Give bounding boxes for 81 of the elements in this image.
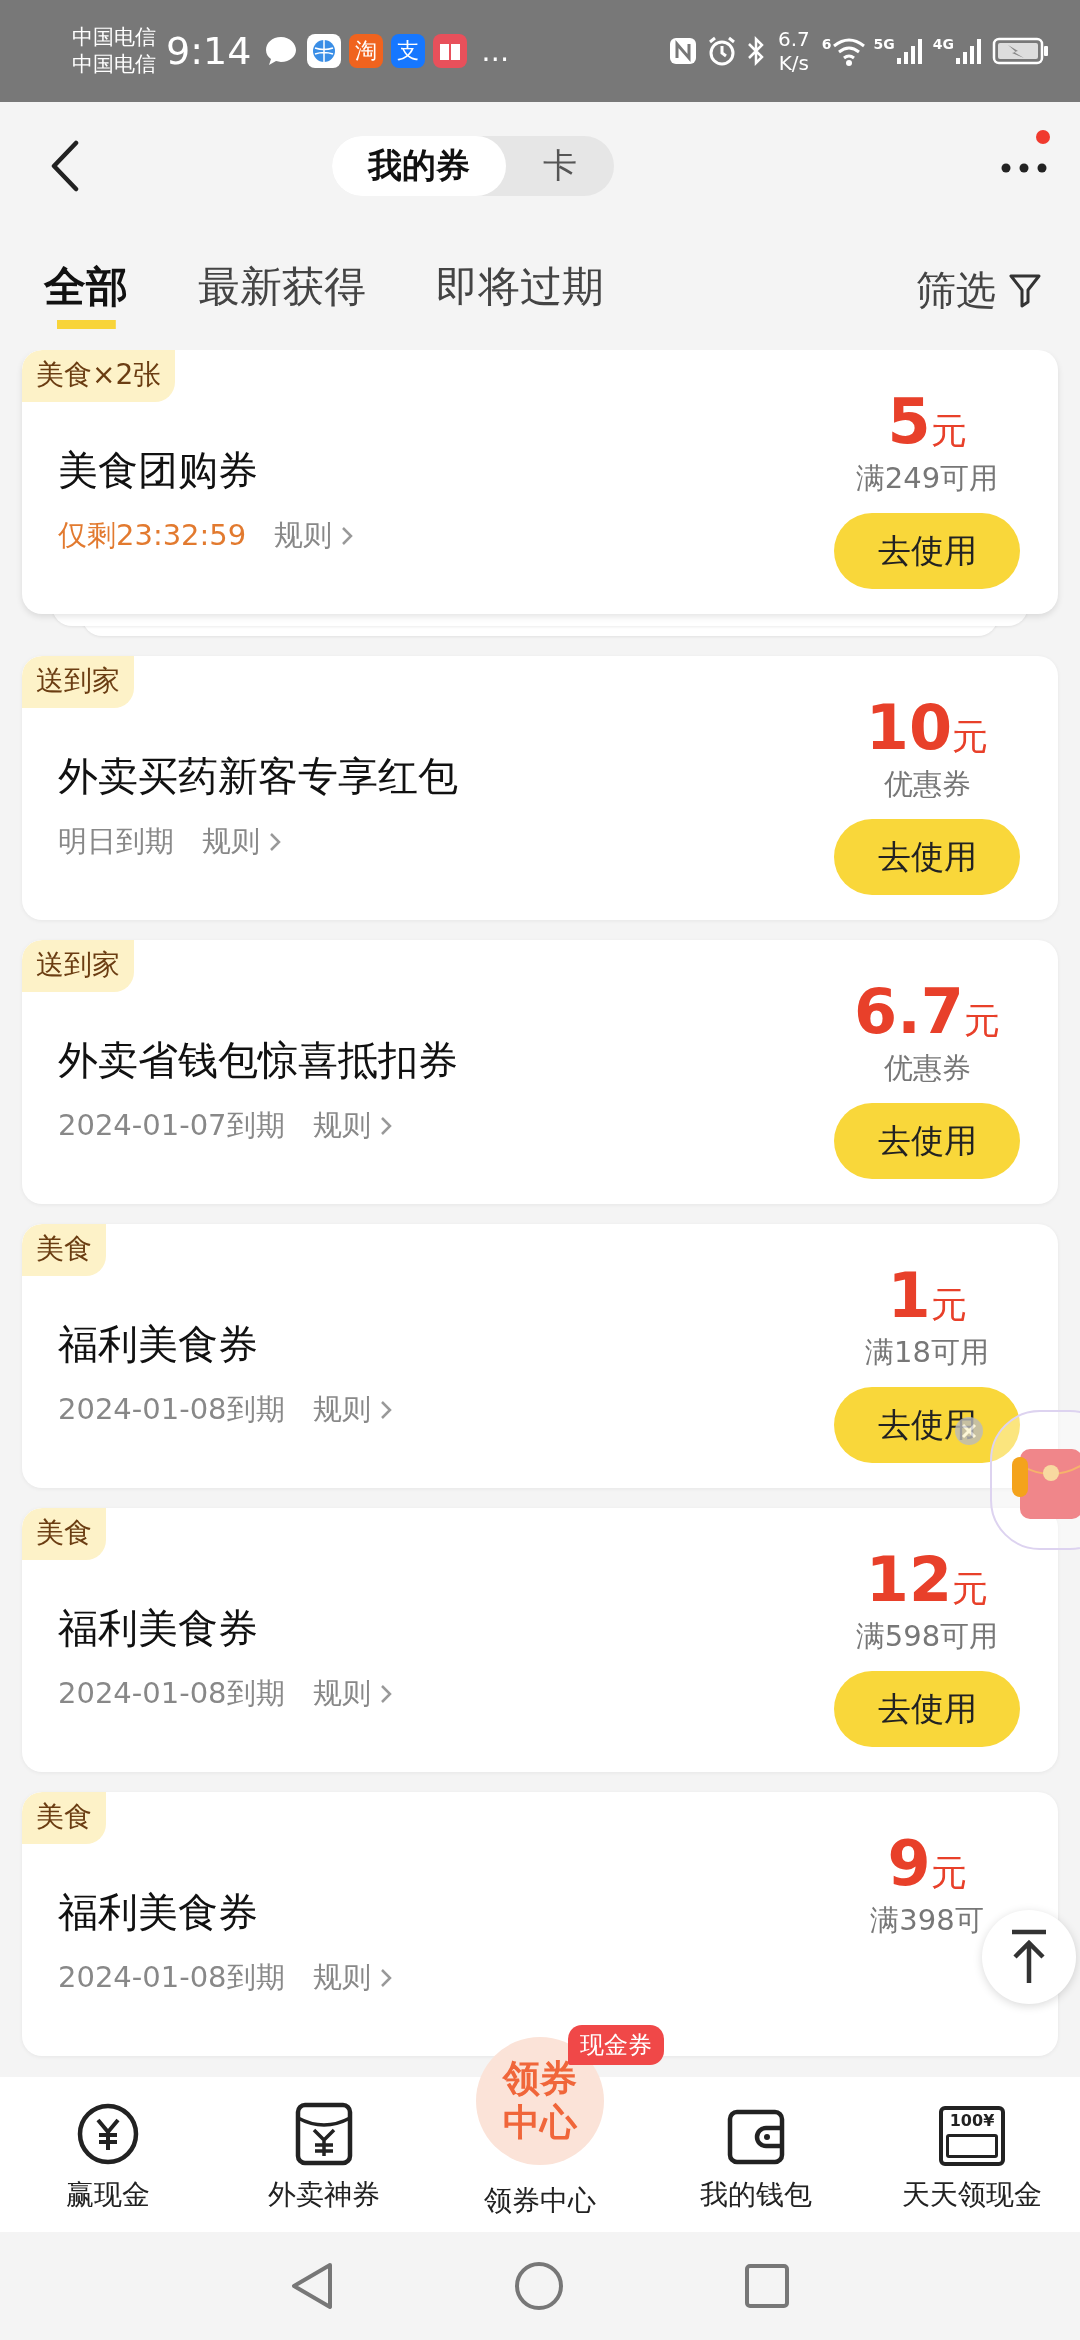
coupon-title: 福利美食券 [58, 1887, 259, 1937]
wifi-icon [831, 36, 866, 66]
nav-item[interactable]: 赢现金 [0, 2077, 216, 2232]
coupon-amount: 10元 [865, 697, 989, 759]
globe-app-icon [307, 34, 342, 68]
category-tag: 美食 [22, 1508, 106, 1560]
expiry-date: 明日到期 [58, 822, 174, 860]
use-button[interactable]: 去使用 [834, 1103, 1020, 1179]
envelope-icon [294, 2102, 354, 2166]
home-nav-icon[interactable] [514, 2261, 564, 2311]
app-icon: 淘 [349, 34, 384, 68]
coupon-title: 外卖省钱包惊喜抵扣券 [58, 1035, 459, 1085]
usage-condition: 优惠券 [883, 1050, 971, 1087]
coupon-amount: 1元 [887, 1265, 967, 1327]
use-button[interactable]: 去使用 [834, 1671, 1020, 1747]
signal-icon [894, 36, 925, 66]
coupon-amount: 9元 [887, 1833, 967, 1895]
expiry-date: 2024-01-08到期 [58, 1958, 285, 1996]
nav-item[interactable]: 100¥ 天天领现金 [864, 2077, 1080, 2232]
filter-tab[interactable]: 最新获得 [198, 251, 366, 329]
category-tag: 送到家 [22, 940, 134, 992]
use-button[interactable]: 去使用 [834, 1387, 1020, 1463]
coupon-amount: 12元 [865, 1549, 989, 1611]
carrier-name: 中国电信 [72, 51, 156, 78]
filter-tab[interactable]: 即将过期 [436, 251, 604, 329]
network-type: 5G [873, 36, 895, 52]
usage-condition: 满398可 [870, 1902, 984, 1939]
rules-link[interactable]: 规则 [312, 1673, 393, 1714]
coupon-title: 福利美食券 [58, 1319, 259, 1369]
cash-coupon-badge: 现金券 [568, 2025, 664, 2065]
network-speed: 6.7 [777, 27, 810, 51]
cash-icon: 100¥ [939, 2106, 1005, 2166]
nfc-icon [667, 36, 698, 66]
yuan-coin-icon [76, 2102, 140, 2166]
category-tag: 美食×2张 [22, 350, 176, 402]
expiry-date: 2024-01-08到期 [58, 1390, 285, 1428]
back-nav-icon[interactable] [290, 2261, 334, 2311]
back-icon[interactable] [50, 140, 80, 192]
battery-charging-icon [992, 36, 1050, 66]
expiry-date: 2024-01-08到期 [58, 1674, 285, 1712]
category-tag: 美食 [22, 1792, 106, 1844]
clock-time: 9:14 [166, 29, 252, 73]
use-button[interactable]: 去使用 [834, 819, 1020, 895]
category-tag: 美食 [22, 1224, 106, 1276]
signal-icon [954, 36, 984, 66]
network-speed: K/s [778, 51, 809, 75]
usage-condition: 满18可用 [865, 1334, 989, 1371]
segment-tab[interactable]: 我的券 [332, 136, 506, 196]
wifi-version: 6 [821, 36, 832, 52]
nav-item[interactable]: 外卖神券 [216, 2077, 432, 2232]
app-icon: 支 [391, 34, 426, 68]
network-type: 4G [932, 36, 954, 52]
carrier-name: 中国电信 [72, 24, 156, 51]
coupon-title: 福利美食券 [58, 1603, 259, 1653]
countdown-timer: 仅剩23:32:59 [58, 516, 247, 554]
wallet-icon [726, 2108, 786, 2166]
coupon-title: 美食团购券 [58, 445, 259, 495]
coupon-amount: 5元 [887, 391, 967, 453]
more-notifications: … [481, 34, 510, 68]
filter-button[interactable]: 筛选 [916, 262, 1042, 318]
usage-condition: 优惠券 [883, 766, 971, 803]
usage-condition: 满598可用 [855, 1618, 999, 1655]
rules-link[interactable]: 规则 [312, 1105, 393, 1146]
arrow-up-icon [1009, 1929, 1049, 1985]
coupon-amount: 6.7元 [854, 981, 1000, 1043]
usage-condition: 满249可用 [855, 460, 999, 497]
category-tag: 送到家 [22, 656, 134, 708]
recents-nav-icon[interactable] [744, 2263, 790, 2309]
rules-link[interactable]: 规则 [274, 515, 355, 556]
nav-label[interactable]: 领券中心 [484, 2182, 596, 2220]
rules-link[interactable]: 规则 [312, 1389, 393, 1430]
use-button[interactable]: 去使用 [834, 513, 1020, 589]
coupon-title: 外卖买药新客专享红包 [58, 751, 459, 801]
expiry-date: 2024-01-07到期 [58, 1106, 285, 1144]
book-app-icon [433, 34, 468, 68]
rules-link[interactable]: 规则 [202, 821, 282, 862]
segment-tab[interactable]: 卡 [505, 136, 614, 196]
bluetooth-icon [745, 35, 766, 67]
nav-item[interactable]: 我的钱包 [648, 2077, 864, 2232]
rules-link[interactable]: 规则 [312, 1957, 393, 1998]
filter-icon [1008, 272, 1042, 308]
